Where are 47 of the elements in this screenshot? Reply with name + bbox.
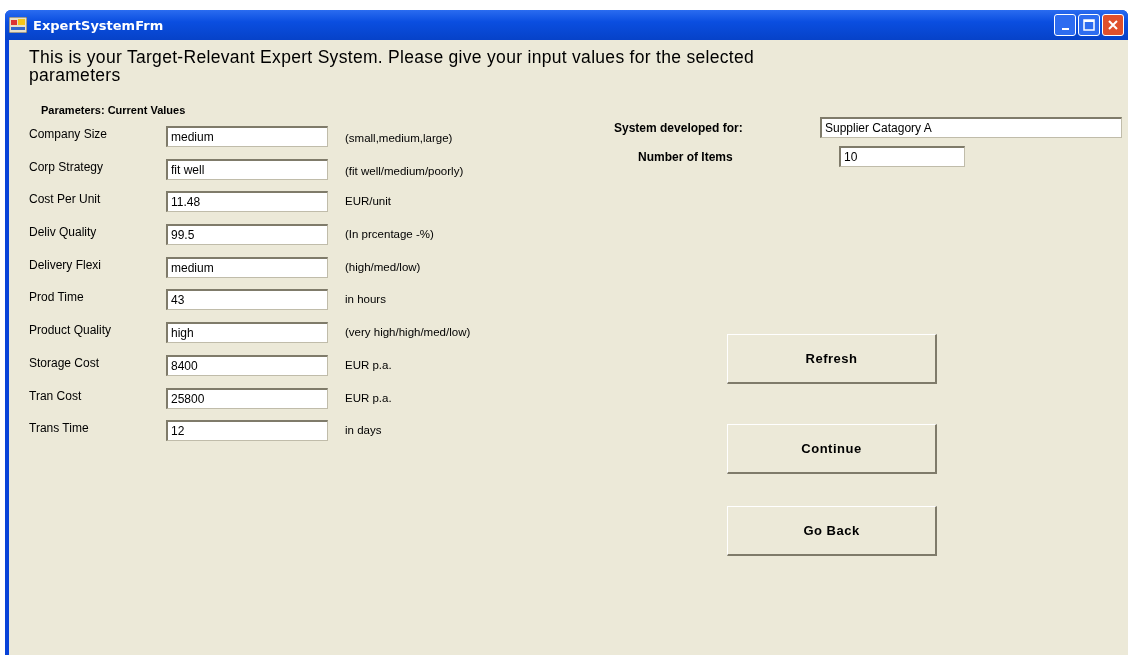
hint-text: in hours: [345, 292, 386, 306]
hint-text: (small,medium,large): [345, 131, 453, 144]
close-icon: [1107, 19, 1119, 31]
input-field[interactable]: 99.5: [166, 224, 328, 246]
hint-text: EUR p.a.: [345, 357, 392, 371]
maximize-button[interactable]: [1078, 14, 1100, 36]
hint-text: (very high/high/med/low): [345, 325, 471, 339]
input-field[interactable]: medium: [166, 126, 328, 147]
input-field[interactable]: 25800: [166, 387, 328, 409]
hint-text: (fit well/medium/poorly): [345, 163, 464, 177]
input-field[interactable]: high: [166, 322, 328, 344]
field-label: Tran Cost: [29, 387, 83, 403]
action-button[interactable]: Go Back: [727, 506, 937, 556]
input-field[interactable]: 43: [166, 289, 328, 311]
field-label: Cost Per Unit: [29, 191, 102, 207]
input-field[interactable]: fit well: [166, 158, 328, 180]
field-label: Deliv Quality: [29, 224, 98, 240]
hint-text: EUR/unit: [345, 194, 392, 208]
hint-text: (high/med/low): [345, 259, 421, 273]
minimize-button[interactable]: [1054, 14, 1076, 36]
action-button[interactable]: Refresh: [727, 334, 937, 384]
input-field[interactable]: 10: [839, 146, 965, 167]
field-label: Prod Time: [29, 289, 85, 305]
input-field[interactable]: 8400: [166, 354, 328, 376]
close-button[interactable]: [1102, 14, 1124, 36]
field-label: Company Size: [29, 126, 109, 141]
window-title: ExpertSystemFrm: [33, 17, 164, 33]
field-label: Trans Time: [29, 420, 90, 436]
input-field[interactable]: 12: [166, 420, 328, 442]
action-button[interactable]: Continue: [727, 424, 937, 474]
minimize-icon: [1061, 28, 1069, 30]
field-label: System developed for:: [614, 120, 744, 135]
input-field[interactable]: Supplier Catagory A: [820, 117, 1122, 138]
input-field[interactable]: medium: [166, 256, 328, 278]
instruction-text: This is your Target-Relevant Expert System. Please give your input values for the selected parameters: [29, 48, 756, 84]
maximize-icon: [1083, 19, 1095, 31]
field-label: Number of Items: [638, 149, 734, 164]
hint-text: (In prcentage -%): [345, 227, 434, 241]
field-label: Product Quality: [29, 322, 113, 338]
field-label: Delivery Flexi: [29, 256, 102, 272]
input-field[interactable]: 11.48: [166, 191, 328, 213]
app-icon: [9, 17, 27, 33]
field-label: Storage Cost: [29, 354, 101, 370]
section-title: Parameters: Current Values: [41, 104, 187, 116]
field-label: Corp Strategy: [29, 158, 105, 174]
hint-text: in days: [345, 423, 382, 437]
hint-text: EUR p.a.: [345, 390, 392, 404]
